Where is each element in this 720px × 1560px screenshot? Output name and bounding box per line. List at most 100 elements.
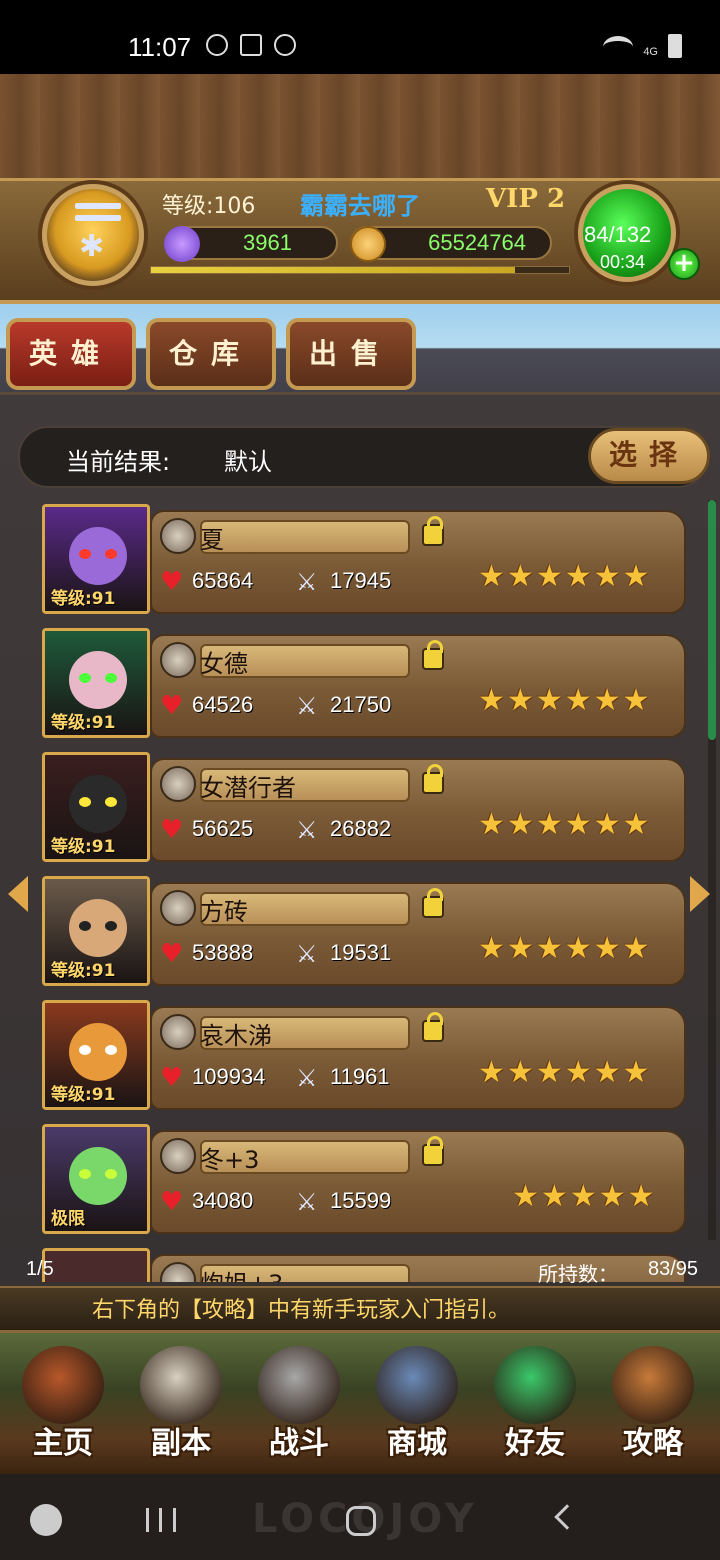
hero-name: 女潜行者: [200, 774, 296, 802]
hero-portrait[interactable]: 等级:91: [42, 504, 150, 614]
nav-item[interactable]: 副本: [126, 1342, 236, 1462]
hero-class-icon: [160, 518, 196, 554]
tab-heroes[interactable]: 英雄: [6, 318, 136, 390]
hero-portrait[interactable]: 极限: [42, 1124, 150, 1234]
stamina-value: 84/132: [584, 222, 652, 247]
hero-portrait[interactable]: 等级:91: [42, 628, 150, 738]
hero-stars: ★ ★ ★ ★ ★ ★: [478, 684, 649, 718]
gold-coin-icon: [350, 226, 386, 262]
star-icon: ★: [622, 559, 650, 594]
hero-attack: 26882: [330, 816, 392, 841]
star-icon: ★: [598, 1179, 626, 1214]
star-icon: ★: [627, 1179, 655, 1214]
battery-icon: [668, 34, 682, 58]
select-filter-button[interactable]: 选择: [588, 428, 710, 484]
status-time: 11:07: [128, 32, 192, 62]
star-icon: ★: [564, 1055, 592, 1090]
hero-row[interactable]: 等级:91 女潜行者 ♥ 56625 ⚔ 26882 ★ ★ ★ ★ ★ ★: [40, 752, 690, 868]
lock-icon[interactable]: [422, 516, 444, 546]
next-page-arrow-icon[interactable]: [690, 876, 710, 912]
hero-face: [69, 651, 127, 709]
hero-row[interactable]: 等级:91 女德 ♥ 64526 ⚔ 21750 ★ ★ ★ ★ ★ ★: [40, 628, 690, 744]
lock-icon[interactable]: [422, 1012, 444, 1042]
crossed-swords-icon: ⚔: [296, 940, 318, 968]
hero-portrait[interactable]: 等级:91: [42, 876, 150, 986]
heart-icon: ♥: [160, 939, 184, 969]
star-icon: ★: [506, 807, 534, 842]
nav-item[interactable]: 攻略: [598, 1342, 708, 1462]
heart-icon: ♥: [160, 1063, 184, 1093]
emblem-bar: [75, 215, 121, 221]
star-icon: ★: [622, 1055, 650, 1090]
hero-attack: 11961: [330, 1064, 390, 1089]
hero-attack: 21750: [330, 692, 392, 717]
nav-item[interactable]: 商城: [362, 1342, 472, 1462]
hero-class-icon: [160, 766, 196, 802]
hero-row[interactable]: 等级:91 夏 ♥ 65864 ⚔ 17945 ★ ★ ★ ★ ★ ★: [40, 504, 690, 620]
add-stamina-button[interactable]: +: [668, 248, 700, 280]
hero-attack: 17945: [330, 568, 392, 593]
experience-bar: [150, 266, 570, 274]
lock-icon[interactable]: [422, 1136, 444, 1166]
experience-fill: [151, 267, 515, 273]
home-button[interactable]: [346, 1506, 376, 1536]
hero-eye: [79, 1169, 91, 1179]
hero-hp: 56625: [192, 816, 254, 841]
star-icon: ★: [593, 559, 621, 594]
house-icon: [22, 1346, 104, 1424]
hero-row[interactable]: 等级:91 哀木涕 ♥ 109934 ⚔ 11961 ★ ★ ★ ★ ★ ★: [40, 1000, 690, 1116]
star-icon: ★: [593, 683, 621, 718]
lock-icon[interactable]: [422, 888, 444, 918]
hero-class-icon: [160, 1138, 196, 1174]
recent-apps-button[interactable]: [146, 1508, 176, 1532]
network-type: 4G: [643, 46, 658, 58]
hero-level: 等级:91: [51, 713, 116, 733]
hero-eye: [79, 921, 91, 931]
tab-sell[interactable]: 出售: [286, 318, 416, 390]
nav-item[interactable]: 战斗: [244, 1342, 354, 1462]
hero-row[interactable]: 极限 冬+3 ♥ 34080 ⚔ 15599 ★ ★ ★ ★ ★: [40, 1124, 690, 1240]
hero-stars: ★ ★ ★ ★ ★ ★: [478, 560, 649, 594]
vip-level[interactable]: VIP 2: [486, 184, 565, 214]
hero-level: 等级:91: [51, 589, 116, 609]
crossed-swords-icon: ⚔: [296, 692, 318, 720]
hero-hp: 64526: [192, 692, 254, 717]
nav-item[interactable]: 好友: [480, 1342, 590, 1462]
hero-stars: ★ ★ ★ ★ ★ ★: [478, 808, 649, 842]
friends-icon: [494, 1346, 576, 1424]
star-icon: ★: [512, 1179, 539, 1214]
hero-portrait[interactable]: 等级:91: [42, 1000, 150, 1110]
hero-row[interactable]: 等级:91 方砖 ♥ 53888 ⚔ 19531 ★ ★ ★ ★ ★ ★: [40, 876, 690, 992]
hero-face: [69, 775, 127, 833]
tip-text: 右下角的【攻略】中有新手玩家入门指引。: [92, 1298, 511, 1323]
star-icon: ★: [535, 931, 563, 966]
hero-eye: [105, 549, 117, 559]
hero-face: [69, 1023, 127, 1081]
star-icon: ★: [564, 807, 592, 842]
hold-count-label: 所持数：: [538, 1262, 618, 1286]
nav-label: 商城: [387, 1426, 447, 1461]
tab-warehouse[interactable]: 仓库: [146, 318, 276, 390]
gem-counter[interactable]: 3961: [164, 226, 338, 262]
game-tools-icon[interactable]: [30, 1504, 62, 1536]
gold-counter[interactable]: 65524764: [350, 226, 552, 262]
lock-icon[interactable]: [422, 640, 444, 670]
hero-eye: [79, 673, 91, 683]
hero-portrait[interactable]: 等级:91: [42, 752, 150, 862]
player-name: 霸霸去哪了: [300, 192, 420, 220]
hero-eye: [105, 673, 117, 683]
prev-page-arrow-icon[interactable]: [8, 876, 28, 912]
crossed-swords-icon: ⚔: [296, 816, 318, 844]
hero-level: 等级:91: [51, 1085, 116, 1105]
hero-class-icon: [160, 890, 196, 926]
hero-stars: ★ ★ ★ ★ ★: [512, 1180, 655, 1214]
hero-hp: 34080: [192, 1188, 254, 1213]
weibo-icon: [274, 34, 296, 56]
nav-item[interactable]: 主页: [8, 1342, 118, 1462]
star-icon: ★: [478, 807, 505, 842]
rank-emblem-icon[interactable]: ✱: [42, 184, 144, 286]
scrollbar-thumb[interactable]: [708, 500, 716, 740]
status-bar: 11:07 4G: [0, 0, 720, 74]
lock-icon[interactable]: [422, 764, 444, 794]
wood-background: [0, 74, 720, 184]
